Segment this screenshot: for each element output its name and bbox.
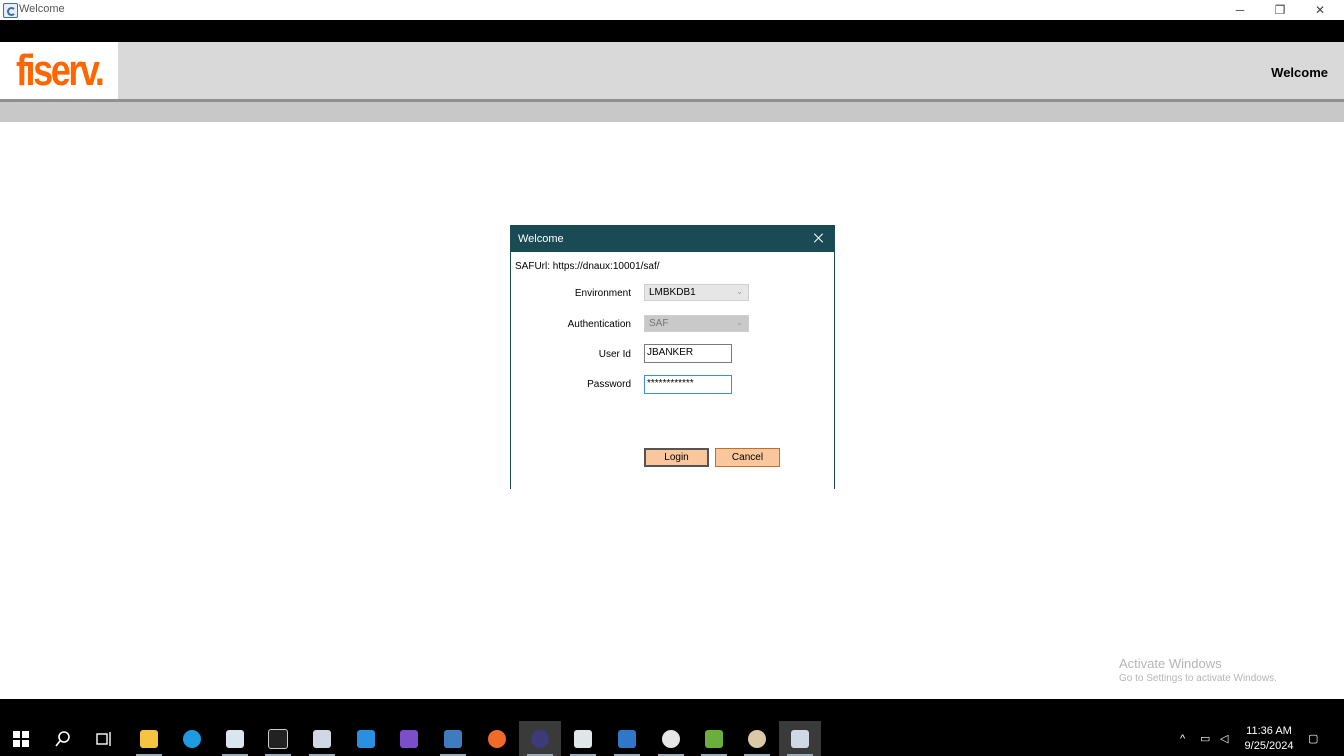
minimize-button[interactable]: ─ [1220, 0, 1260, 20]
activate-windows-subtitle: Go to Settings to activate Windows. [1119, 673, 1277, 684]
task-view-icon[interactable] [84, 721, 126, 756]
authentication-value: SAF [649, 318, 669, 329]
logo-container: fiserv. [0, 42, 118, 99]
taskbar-icons [0, 721, 1344, 756]
cancel-button[interactable]: Cancel [715, 448, 780, 467]
app-header: fiserv. Welcome [0, 42, 1344, 99]
login-dialog: Welcome SAFUrl: https://dnaux:10001/saf/… [510, 225, 835, 489]
visual-studio-icon[interactable] [388, 721, 430, 756]
compass-icon[interactable] [476, 721, 518, 756]
environment-select[interactable]: LMBKDB1 ⌄ [644, 284, 749, 301]
clock-date: 9/25/2024 [1244, 740, 1294, 752]
dialog-title: Welcome [518, 233, 564, 245]
user-id-label: User Id [598, 349, 631, 360]
volume-icon[interactable]: ◁ [1220, 721, 1228, 756]
show-hidden-icons-icon[interactable]: ^ [1180, 721, 1185, 756]
window-titlebar: Welcome ─ ❐ ✕ [0, 0, 1344, 20]
environment-value: LMBKDB1 [649, 287, 696, 298]
close-icon[interactable] [812, 231, 826, 245]
environment-label: Environment [574, 288, 631, 299]
edge-icon[interactable] [171, 721, 213, 756]
dialog-titlebar: Welcome [511, 226, 834, 252]
vscode-icon[interactable] [345, 721, 387, 756]
app-icon[interactable] [301, 721, 343, 756]
app-icon [3, 3, 18, 18]
start-icon[interactable] [0, 721, 42, 756]
file-explorer-icon[interactable] [128, 721, 170, 756]
header-subbar [0, 102, 1344, 122]
eclipse-icon[interactable] [519, 721, 561, 756]
activate-windows-title: Activate Windows [1119, 656, 1222, 671]
paint-icon[interactable] [736, 721, 778, 756]
password-label: Password [587, 379, 631, 390]
top-black-bar [0, 20, 1344, 42]
chevron-down-icon: ⌄ [736, 287, 743, 296]
chevron-down-icon: ⌄ [736, 318, 743, 327]
close-window-button[interactable]: ✕ [1300, 0, 1340, 20]
taskbar-clock[interactable]: 11:36 AM 9/25/2024 [1240, 724, 1298, 754]
cloud-app-icon[interactable] [650, 721, 692, 756]
window-app-icon[interactable] [562, 721, 604, 756]
welcome-app-icon[interactable] [779, 721, 821, 756]
media-app-icon[interactable] [214, 721, 256, 756]
header-title: Welcome [1271, 65, 1328, 80]
fiserv-logo: fiserv. [16, 46, 105, 95]
restore-button[interactable]: ❐ [1260, 0, 1300, 20]
authentication-select: SAF ⌄ [644, 315, 749, 332]
search-icon[interactable] [42, 721, 84, 756]
document-icon[interactable] [432, 721, 474, 756]
clock-time: 11:36 AM [1246, 725, 1292, 737]
terminal-icon[interactable] [257, 721, 299, 756]
user-id-field[interactable]: JBANKER [644, 344, 732, 363]
taskbar: ^ ▭ ◁ ▢ [0, 699, 1344, 756]
window-title: Welcome [19, 3, 65, 15]
login-button[interactable]: Login [644, 448, 709, 467]
authentication-label: Authentication [567, 319, 631, 330]
network-icon[interactable]: ▭ [1200, 721, 1210, 756]
password-field[interactable]: ************ [644, 375, 732, 394]
saf-url-text: SAFUrl: https://dnaux:10001/saf/ [515, 261, 660, 272]
notification-icon[interactable]: ▢ [1308, 721, 1318, 756]
chart-app-icon[interactable] [693, 721, 735, 756]
remote-app-icon[interactable] [606, 721, 648, 756]
